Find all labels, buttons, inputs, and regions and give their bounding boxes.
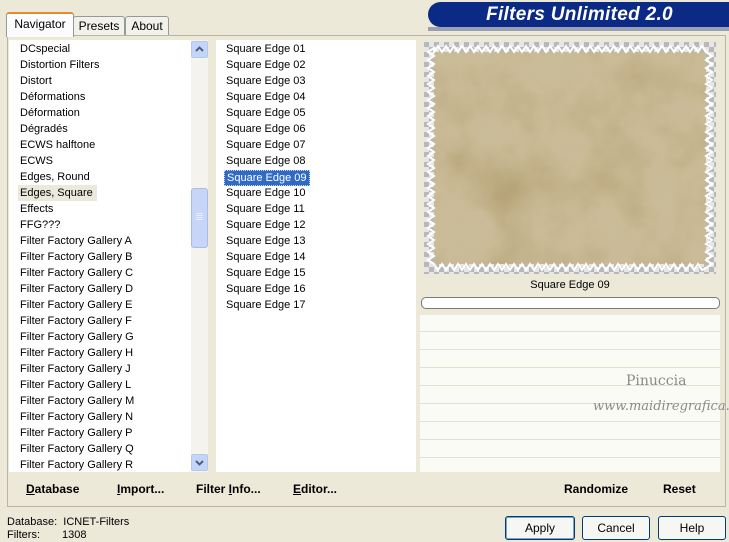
- cancel-button[interactable]: Cancel: [582, 516, 650, 540]
- right-toolbar: Randomize Reset: [420, 477, 720, 501]
- category-item[interactable]: Dégradés: [20, 121, 70, 137]
- category-scrollbar[interactable]: [191, 40, 208, 472]
- category-item[interactable]: Distort: [20, 73, 54, 89]
- category-item[interactable]: Distortion Filters: [20, 57, 101, 73]
- category-item[interactable]: Filter Factory Gallery E: [20, 297, 134, 313]
- scroll-thumb[interactable]: [191, 188, 208, 248]
- filter-item[interactable]: Square Edge 07: [226, 137, 308, 153]
- left-toolbar: Database Import... Filter Info... Editor…: [9, 477, 416, 501]
- preview-caption: Square Edge 09: [530, 279, 610, 291]
- filter-item[interactable]: Square Edge 05: [226, 105, 308, 121]
- filter-list[interactable]: Square Edge 01 Square Edge 02 Square Edge …: [216, 40, 416, 472]
- database-button[interactable]: Database: [26, 482, 79, 497]
- tab-about[interactable]: About: [125, 16, 169, 35]
- filter-item[interactable]: Square Edge 12: [226, 217, 308, 233]
- filter-item[interactable]: Square Edge 01: [226, 41, 308, 57]
- category-item[interactable]: ECWS halftone: [20, 137, 97, 153]
- filter-item[interactable]: Square Edge 15: [226, 265, 308, 281]
- category-item[interactable]: Filter Factory Gallery Q: [20, 441, 136, 457]
- chevron-up-icon: [195, 46, 204, 52]
- filter-item[interactable]: Square Edge 08: [226, 153, 308, 169]
- apply-button[interactable]: Apply: [505, 516, 575, 540]
- category-item[interactable]: Filter Factory Gallery B: [20, 249, 134, 265]
- filter-info-button[interactable]: Filter Info...: [196, 482, 261, 497]
- banner-strip: [428, 27, 729, 31]
- category-item[interactable]: FFG???: [20, 217, 62, 233]
- filter-item[interactable]: Square Edge 03: [226, 73, 308, 89]
- tab-navigator[interactable]: Navigator: [6, 12, 74, 37]
- tab-bar: Navigator Presets About: [0, 0, 420, 37]
- category-item[interactable]: Déformation: [20, 105, 82, 121]
- category-item[interactable]: Filter Factory Gallery M: [20, 393, 136, 409]
- category-item[interactable]: Filter Factory Gallery F: [20, 313, 134, 329]
- category-item[interactable]: Filter Factory Gallery C: [20, 265, 135, 281]
- import-button[interactable]: Import...: [117, 482, 164, 497]
- chevron-down-icon: [195, 460, 204, 466]
- scroll-up-button[interactable]: [191, 41, 208, 58]
- filter-item[interactable]: Square Edge 13: [226, 233, 308, 249]
- filter-item[interactable]: Square Edge 17: [226, 297, 308, 313]
- database-value: ICNET-Filters: [63, 516, 130, 528]
- filter-item[interactable]: Square Edge 02: [226, 57, 308, 73]
- category-item[interactable]: ECWS: [20, 153, 55, 169]
- category-item[interactable]: Filter Factory Gallery L: [20, 377, 133, 393]
- randomize-button[interactable]: Randomize: [564, 482, 628, 497]
- category-item[interactable]: Filter Factory Gallery D: [20, 281, 135, 297]
- parameter-area: Pinuccia www.maidiregrafica.eu: [420, 315, 729, 472]
- status-area: Database: ICNET-Filters Filters: 1308: [7, 516, 129, 542]
- app-title-banner: Filters Unlimited 2.0: [428, 2, 729, 27]
- database-label: Database:: [7, 516, 58, 528]
- category-item[interactable]: Déformations: [20, 89, 87, 105]
- category-item[interactable]: DCspecial: [20, 41, 72, 57]
- category-item[interactable]: Effects: [20, 201, 55, 217]
- help-button[interactable]: Help: [658, 516, 726, 540]
- category-item[interactable]: Filter Factory Gallery P: [20, 425, 134, 441]
- watermark-name: Pinuccia: [626, 373, 687, 389]
- filter-item[interactable]: Square Edge 10: [226, 185, 308, 201]
- category-item[interactable]: Filter Factory Gallery G: [20, 329, 136, 345]
- filter-item[interactable]: Square Edge 14: [226, 249, 308, 265]
- tab-presets[interactable]: Presets: [73, 16, 125, 35]
- category-item[interactable]: Filter Factory Gallery A: [20, 233, 134, 249]
- filter-preview-image: [424, 42, 716, 274]
- category-list[interactable]: DCspecial Distortion Filters Distort Déform…: [9, 40, 191, 472]
- filter-item[interactable]: Square Edge 06: [226, 121, 308, 137]
- watermark-url: www.maidiregrafica.eu: [593, 399, 729, 414]
- category-item[interactable]: Edges, Square: [18, 185, 97, 201]
- category-item[interactable]: Filter Factory Gallery J: [20, 361, 133, 377]
- progress-bar: [421, 297, 720, 309]
- scroll-down-button[interactable]: [191, 454, 208, 471]
- filter-item[interactable]: Square Edge 11: [226, 201, 307, 217]
- category-item[interactable]: Filter Factory Gallery R: [20, 457, 135, 472]
- reset-button[interactable]: Reset: [663, 482, 696, 497]
- category-item[interactable]: Edges, Round: [20, 169, 92, 185]
- editor-button[interactable]: Editor...: [293, 482, 337, 497]
- filters-label: Filters:: [7, 529, 40, 541]
- filter-item[interactable]: Square Edge 09: [224, 170, 310, 186]
- filter-item[interactable]: Square Edge 16: [226, 281, 308, 297]
- filters-count: 1308: [62, 529, 87, 541]
- category-item[interactable]: Filter Factory Gallery N: [20, 409, 135, 425]
- category-item[interactable]: Filter Factory Gallery H: [20, 345, 135, 361]
- filter-item[interactable]: Square Edge 04: [226, 89, 308, 105]
